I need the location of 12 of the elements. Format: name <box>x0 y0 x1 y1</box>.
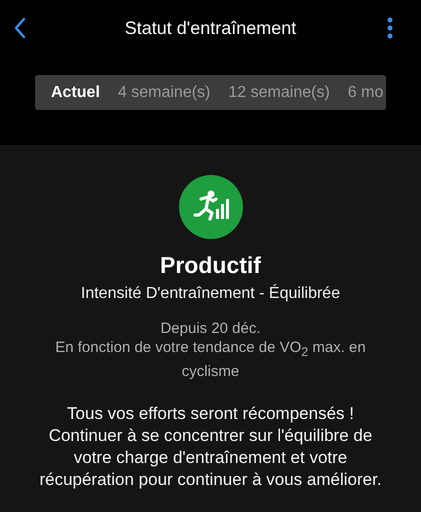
period-tab[interactable]: 4 semaine(s) <box>118 84 220 102</box>
more-icon[interactable] <box>387 17 393 39</box>
period-tab[interactable]: Actuel <box>51 84 110 102</box>
status-title: Productif <box>160 252 261 279</box>
intensity-text: Intensité D'entraînement - Équilibrée <box>80 285 340 303</box>
advice-text: Tous vos efforts seront récompensés ! Continuer à se concentrer sur l'équilibre de votre charge d'entraînement et votre récupération pour continuer à vous améliorer. <box>38 403 383 491</box>
back-icon[interactable] <box>14 17 26 39</box>
period-tab[interactable]: 6 mo <box>348 84 386 102</box>
page-title: Statut d'entraînement <box>124 18 298 38</box>
basis-text: En fonction de votre tendance de VO$_{2}$ max. en cyclisme <box>54 338 367 381</box>
period-tab[interactable]: 12 semaine(s) <box>228 84 340 102</box>
since-date: Depuis 20 déc. <box>160 319 261 338</box>
